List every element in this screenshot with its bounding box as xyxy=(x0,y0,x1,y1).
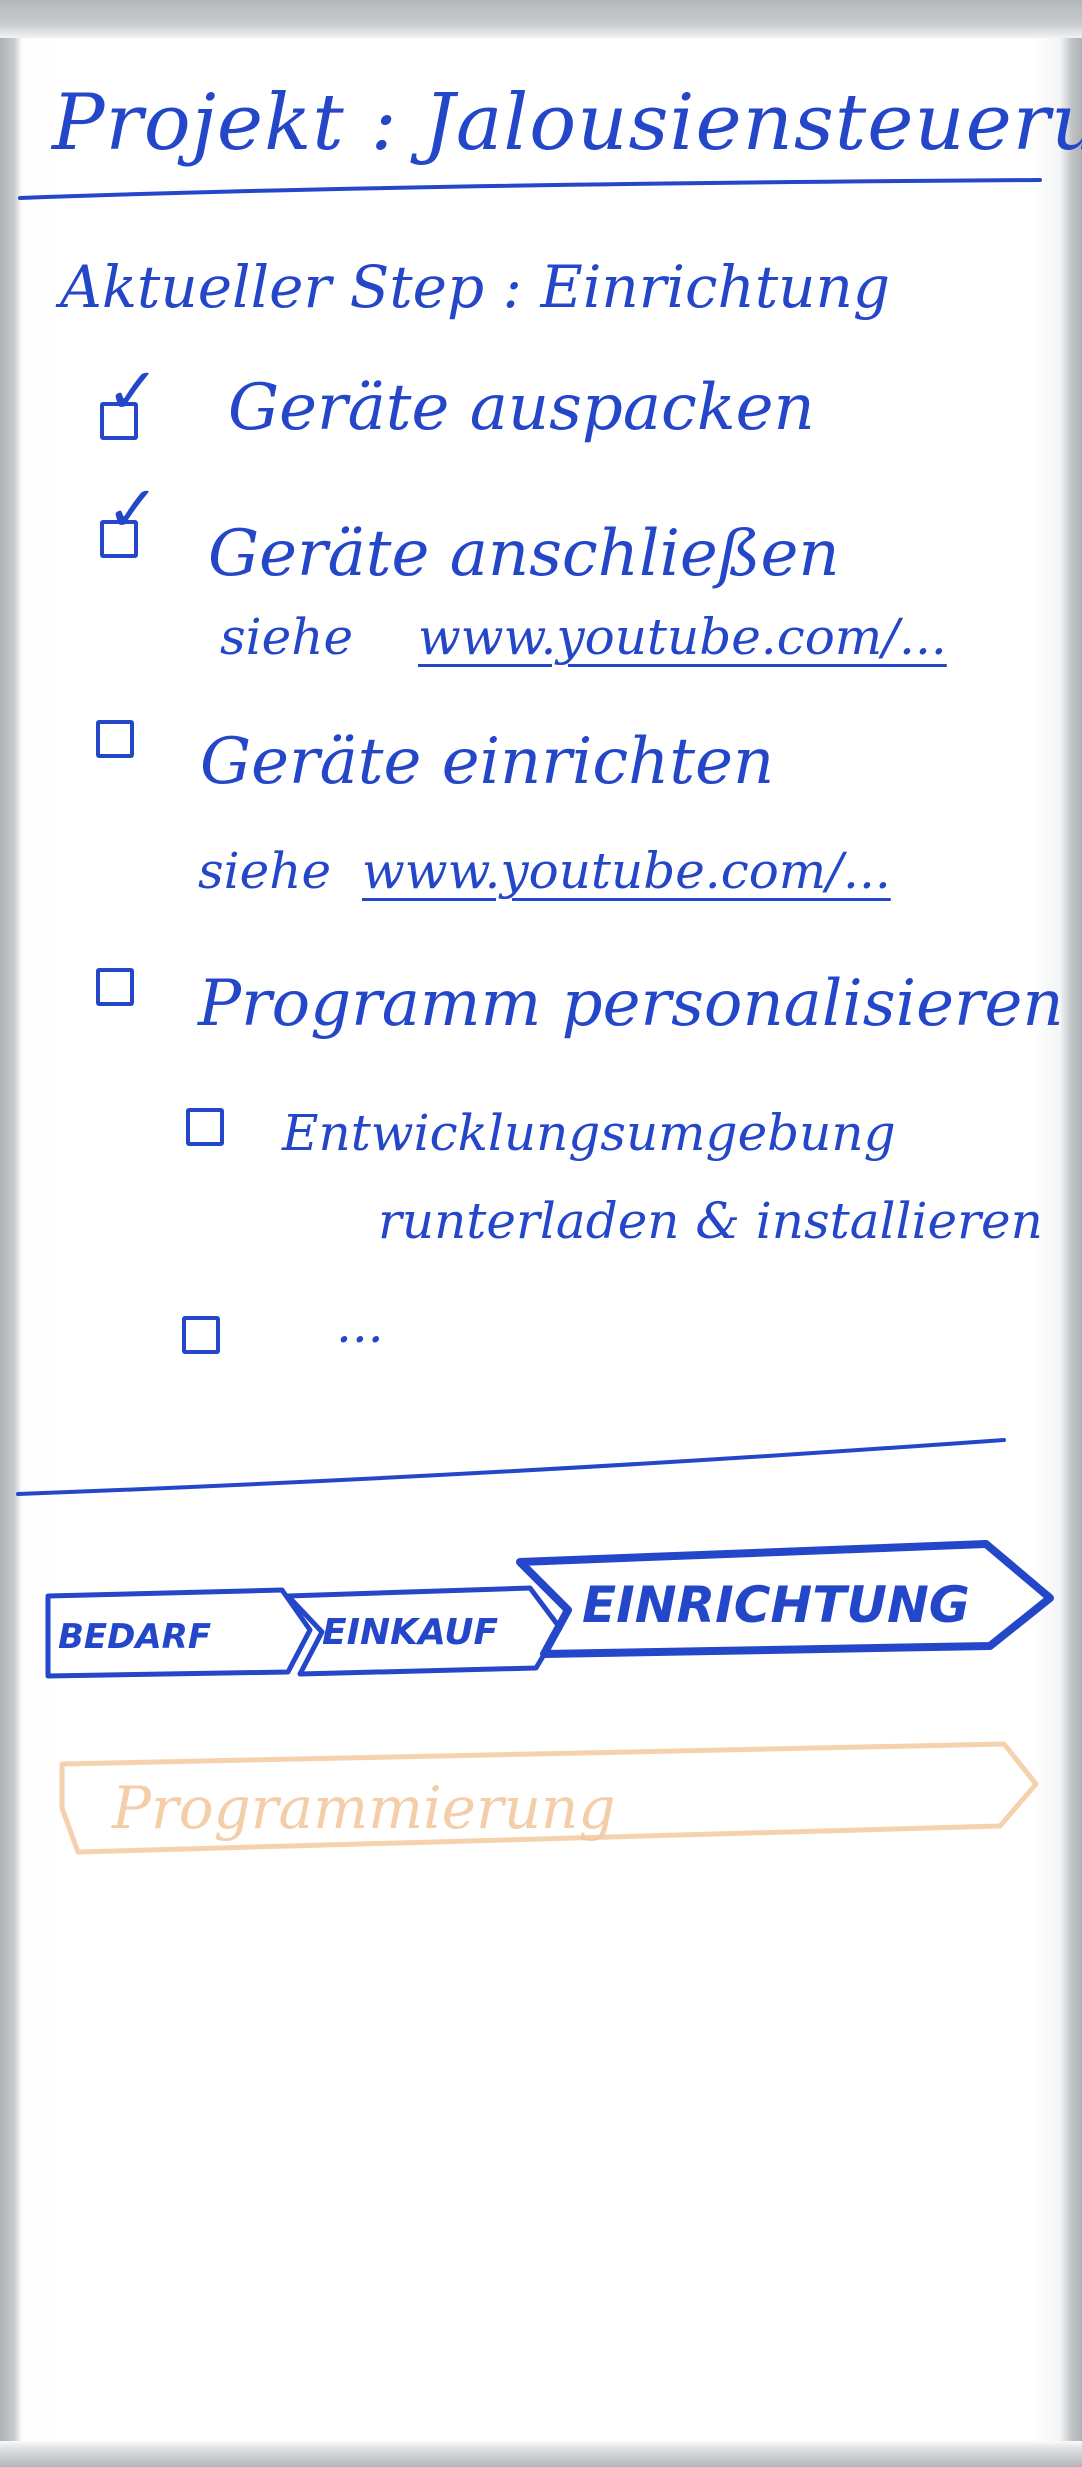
sticky-note: Projekt : Jalousiensteuerung Aktueller S… xyxy=(0,0,1082,2467)
stepper-graphics: BEDARF EINKAUF EINRICHTUNG Programmierun… xyxy=(16,178,1054,1855)
title-underline xyxy=(18,178,1042,200)
step-label-einkauf[interactable]: EINKAUF xyxy=(322,1612,498,1653)
step-label-bedarf[interactable]: BEDARF xyxy=(58,1617,211,1657)
step-label-programmierung[interactable]: Programmierung xyxy=(111,1774,616,1842)
step-label-einrichtung[interactable]: EINRICHTUNG xyxy=(582,1576,970,1634)
section-divider xyxy=(16,1438,1006,1496)
